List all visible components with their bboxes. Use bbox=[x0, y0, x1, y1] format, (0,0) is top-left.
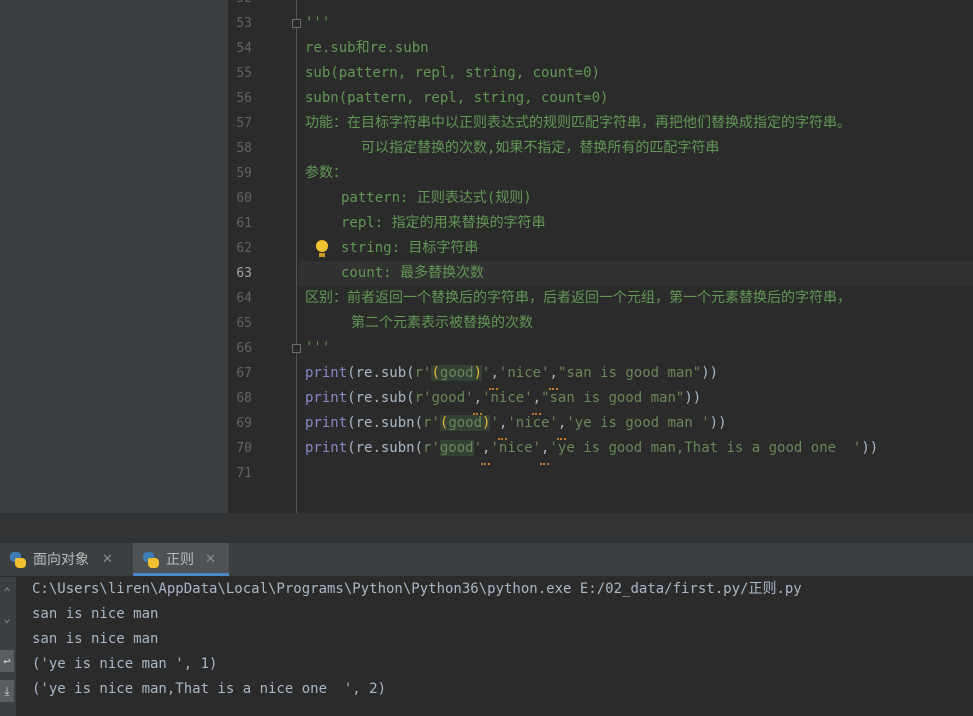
code-line[interactable]: 60 pattern: 正则表达式(规则) bbox=[228, 186, 973, 211]
code-line[interactable]: 56 subn(pattern, repl, string, count=0) bbox=[228, 86, 973, 111]
line-number: 66 bbox=[236, 341, 252, 356]
code-statement: print(re.subn(r'good','nice','ye is good… bbox=[305, 440, 879, 465]
python-icon bbox=[10, 552, 26, 568]
intention-bulb-icon[interactable] bbox=[316, 240, 328, 257]
line-number: 53 bbox=[236, 16, 252, 31]
code-line[interactable]: 66 ''' bbox=[228, 336, 973, 361]
code-statement: print(re.subn(r'(good)','nice','ye is go… bbox=[305, 415, 727, 440]
line-number: 57 bbox=[236, 116, 252, 131]
code-line[interactable]: 55 sub(pattern, repl, string, count=0) bbox=[228, 61, 973, 86]
docstring-text: re.sub和re.subn bbox=[305, 40, 429, 56]
down-arrow-icon[interactable]: ⌄ bbox=[0, 607, 14, 629]
editor-bottom-strip bbox=[0, 513, 973, 543]
line-number: 67 bbox=[236, 366, 252, 381]
line-number: 63 bbox=[236, 266, 252, 281]
docstring-text: 可以指定替换的次数,如果不指定，替换所有的匹配字符串 bbox=[361, 140, 720, 156]
fold-marker-icon[interactable] bbox=[292, 19, 301, 28]
code-line[interactable]: 59 参数： bbox=[228, 161, 973, 186]
soft-wrap-icon[interactable]: ↩ bbox=[0, 650, 14, 672]
up-arrow-icon[interactable]: ⌃ bbox=[0, 581, 14, 603]
line-number: 56 bbox=[236, 91, 252, 106]
console-toolbar: ⌃ ⌄ ↩ ⤓ bbox=[0, 577, 16, 716]
code-line[interactable]: 58 可以指定替换的次数,如果不指定，替换所有的匹配字符串 bbox=[228, 136, 973, 161]
run-tool-tabs: 面向对象 ✕ 正则 ✕ bbox=[0, 543, 973, 577]
scroll-to-end-icon[interactable]: ⤓ bbox=[0, 680, 14, 702]
code-line[interactable]: 71 bbox=[228, 461, 973, 486]
line-number: 61 bbox=[236, 216, 252, 231]
project-panel bbox=[0, 0, 228, 513]
docstring-text: 功能：在目标字符串中以正则表达式的规则匹配字符串，再把他们替换成指定的字符串。 bbox=[305, 115, 851, 131]
line-number: 68 bbox=[236, 391, 252, 406]
code-line[interactable]: 53 ''' bbox=[228, 11, 973, 36]
docstring-text: sub(pattern, repl, string, count=0) bbox=[305, 65, 601, 81]
tab-label: 面向对象 bbox=[33, 552, 89, 568]
console-line: C:\Users\liren\AppData\Local\Programs\Py… bbox=[32, 581, 802, 597]
line-number: 69 bbox=[236, 416, 252, 431]
docstring-text: ''' bbox=[305, 340, 331, 356]
code-editor[interactable]: 52 53 ''' 54 re.sub和re.subn 55 sub(patte… bbox=[228, 0, 973, 513]
line-number: 58 bbox=[236, 141, 252, 156]
code-line[interactable]: 52 bbox=[228, 0, 973, 11]
line-number: 62 bbox=[236, 241, 252, 256]
tab-label: 正则 bbox=[166, 552, 194, 568]
line-number: 59 bbox=[236, 166, 252, 181]
run-console[interactable]: ⌃ ⌄ ↩ ⤓ C:\Users\liren\AppData\Local\Pro… bbox=[0, 577, 973, 716]
line-number: 52 bbox=[228, 0, 252, 11]
line-number: 64 bbox=[236, 291, 252, 306]
close-icon[interactable]: ✕ bbox=[102, 543, 113, 577]
builtin-print: print bbox=[305, 365, 348, 381]
docstring-text: count: 最多替换次数 bbox=[341, 265, 485, 281]
code-line[interactable]: 62 string: 目标字符串 bbox=[228, 236, 973, 261]
builtin-print: print bbox=[305, 415, 348, 431]
docstring-text: 区别：前者返回一个替换后的字符串，后者返回一个元组，第一个元素替换后的字符串， bbox=[305, 290, 851, 306]
docstring-text: 参数： bbox=[305, 165, 347, 181]
console-line: ('ye is nice man,That is a nice one ', 2… bbox=[32, 681, 387, 697]
line-number: 55 bbox=[236, 66, 252, 81]
console-line: san is nice man bbox=[32, 606, 159, 622]
code-line[interactable]: 64 区别：前者返回一个替换后的字符串，后者返回一个元组，第一个元素替换后的字符… bbox=[228, 286, 973, 311]
docstring-text: subn(pattern, repl, string, count=0) bbox=[305, 90, 609, 106]
docstring-text: repl: 指定的用来替换的字符串 bbox=[341, 215, 546, 231]
docstring-text: 第二个元素表示被替换的次数 bbox=[351, 315, 533, 331]
line-number: 71 bbox=[236, 466, 252, 481]
docstring-text: string: 目标字符串 bbox=[341, 240, 479, 256]
tab-run-oop[interactable]: 面向对象 ✕ bbox=[0, 543, 126, 576]
python-icon bbox=[143, 552, 159, 568]
close-icon[interactable]: ✕ bbox=[205, 543, 216, 577]
fold-marker-icon[interactable] bbox=[292, 344, 301, 353]
line-number: 60 bbox=[236, 191, 252, 206]
code-line[interactable]: 70 print(re.subn(r'good','nice','ye is g… bbox=[228, 436, 973, 465]
builtin-print: print bbox=[305, 440, 348, 456]
code-line[interactable]: 67 print(re.sub(r'(good)','nice',"san is… bbox=[228, 361, 973, 390]
code-line[interactable]: 65 第二个元素表示被替换的次数 bbox=[228, 311, 973, 336]
code-statement: print(re.sub(r'good','nice',"san is good… bbox=[305, 390, 702, 415]
builtin-print: print bbox=[305, 390, 348, 406]
code-statement: print(re.sub(r'(good)','nice',"san is go… bbox=[305, 365, 719, 390]
docstring-text: ''' bbox=[305, 15, 331, 31]
code-line[interactable]: 68 print(re.sub(r'good','nice',"san is g… bbox=[228, 386, 973, 415]
line-number: 54 bbox=[236, 41, 252, 56]
console-line: ('ye is nice man ', 1) bbox=[32, 656, 218, 672]
code-line[interactable]: 54 re.sub和re.subn bbox=[228, 36, 973, 61]
code-line-current[interactable]: 63 count: 最多替换次数 bbox=[228, 261, 973, 286]
code-line[interactable]: 57 功能：在目标字符串中以正则表达式的规则匹配字符串，再把他们替换成指定的字符… bbox=[228, 111, 973, 136]
console-line: san is nice man bbox=[32, 631, 159, 647]
line-number: 70 bbox=[236, 441, 252, 456]
line-number: 65 bbox=[236, 316, 252, 331]
docstring-text: pattern: 正则表达式(规则) bbox=[341, 190, 532, 206]
code-line[interactable]: 61 repl: 指定的用来替换的字符串 bbox=[228, 211, 973, 236]
code-line[interactable]: 69 print(re.subn(r'(good)','nice','ye is… bbox=[228, 411, 973, 440]
tab-run-regex[interactable]: 正则 ✕ bbox=[133, 543, 229, 576]
